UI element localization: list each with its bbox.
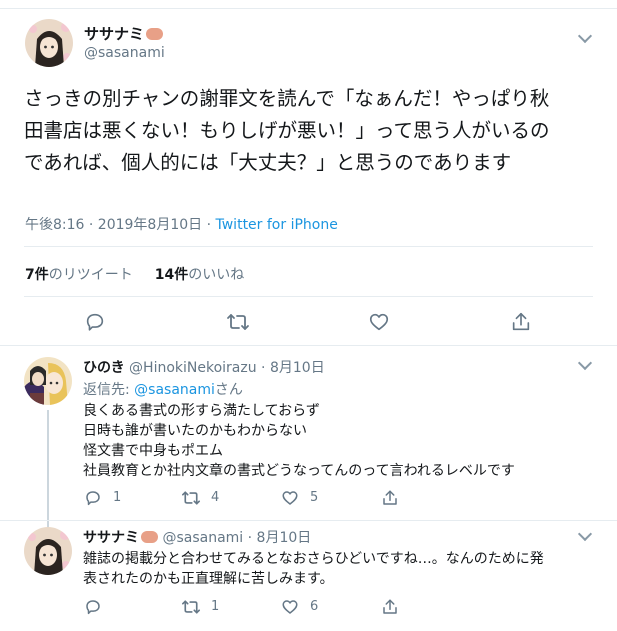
avatar[interactable] <box>24 357 72 405</box>
retweet-icon[interactable] <box>181 489 201 507</box>
chevron-down-icon[interactable] <box>577 28 593 44</box>
tweet-time[interactable]: 午後8:16 · 2019年8月10日 · <box>25 217 216 233</box>
share-icon[interactable] <box>381 598 399 616</box>
heart-icon[interactable] <box>368 311 390 333</box>
reply-header: ひのき @HinokiNekoirazu · 8月10日 <box>83 360 325 376</box>
reply-header: ササナミ @sasanami · 8月10日 <box>83 530 312 546</box>
badge-icon <box>141 531 158 543</box>
like-count: 6 <box>310 599 319 614</box>
retweet-icon[interactable] <box>181 598 201 616</box>
heart-icon[interactable] <box>281 489 299 507</box>
retweet-count: 1 <box>211 599 220 614</box>
like-count: 5 <box>310 490 319 505</box>
badge-icon <box>146 27 164 40</box>
reply-icon[interactable] <box>84 489 102 507</box>
main-tweet: ササナミ @sasanami さっきの別チャンの謝罪文を読んで「なぁんだ！やっぱ… <box>0 9 617 347</box>
tweet-date[interactable]: 8月10日 <box>257 530 312 546</box>
reply-icon[interactable] <box>84 311 106 333</box>
heart-icon[interactable] <box>281 598 299 616</box>
user-name[interactable]: ササナミ <box>83 530 158 546</box>
reply-icon[interactable] <box>84 598 102 616</box>
retweet-count: 4 <box>211 490 220 505</box>
retweet-icon[interactable] <box>226 311 250 333</box>
tweet-timestamp: 午後8:16 · 2019年8月10日 · Twitter for iPhone <box>25 214 338 234</box>
divider <box>0 520 617 521</box>
reply-to-handle[interactable]: @sasanami <box>134 382 215 398</box>
reply-tweet: ササナミ @sasanami · 8月10日 雑誌の掲載分と合わせてみるとなおさ… <box>0 522 617 631</box>
share-icon[interactable] <box>510 311 532 333</box>
tweet-date[interactable]: 8月10日 <box>270 360 325 376</box>
tweet-stats: 7件のリツイート 14件のいいね <box>25 264 244 284</box>
reply-to: 返信先: @sasanamiさん <box>83 382 243 398</box>
likes-stat[interactable]: 14件のいいね <box>155 267 244 283</box>
reply-count: 1 <box>113 490 122 505</box>
chevron-down-icon[interactable] <box>577 355 593 371</box>
tweet-text: 雑誌の掲載分と合わせてみるとなおさらひどいですね…。なんのために発 表されたのか… <box>83 551 544 587</box>
retweets-stat[interactable]: 7件のリツイート <box>25 267 133 283</box>
user-handle[interactable]: @sasanami <box>84 45 165 61</box>
user-handle[interactable]: @HinokiNekoirazu <box>129 360 257 376</box>
chevron-down-icon[interactable] <box>577 526 593 542</box>
tweet-text: 良くある書式の形すら満たしておらず 日時も誰が書いたのかもわからない 怪文書で中… <box>83 403 515 479</box>
thread-line <box>47 410 49 530</box>
user-name[interactable]: ひのき <box>83 360 125 376</box>
avatar[interactable] <box>24 527 72 575</box>
tweet-text: さっきの別チャンの謝罪文を読んで「なぁんだ！やっぱり秋田書店は悪くない！もりしげ… <box>24 87 550 174</box>
user-handle[interactable]: @sasanami <box>162 530 243 546</box>
reply-tweet: ひのき @HinokiNekoirazu · 8月10日 返信先: @sasan… <box>0 346 617 530</box>
divider <box>24 296 593 297</box>
share-icon[interactable] <box>381 489 399 507</box>
user-name[interactable]: ササナミ <box>84 23 164 44</box>
divider <box>24 246 593 247</box>
tweet-source-link[interactable]: Twitter for iPhone <box>216 217 338 233</box>
avatar[interactable] <box>25 19 73 67</box>
